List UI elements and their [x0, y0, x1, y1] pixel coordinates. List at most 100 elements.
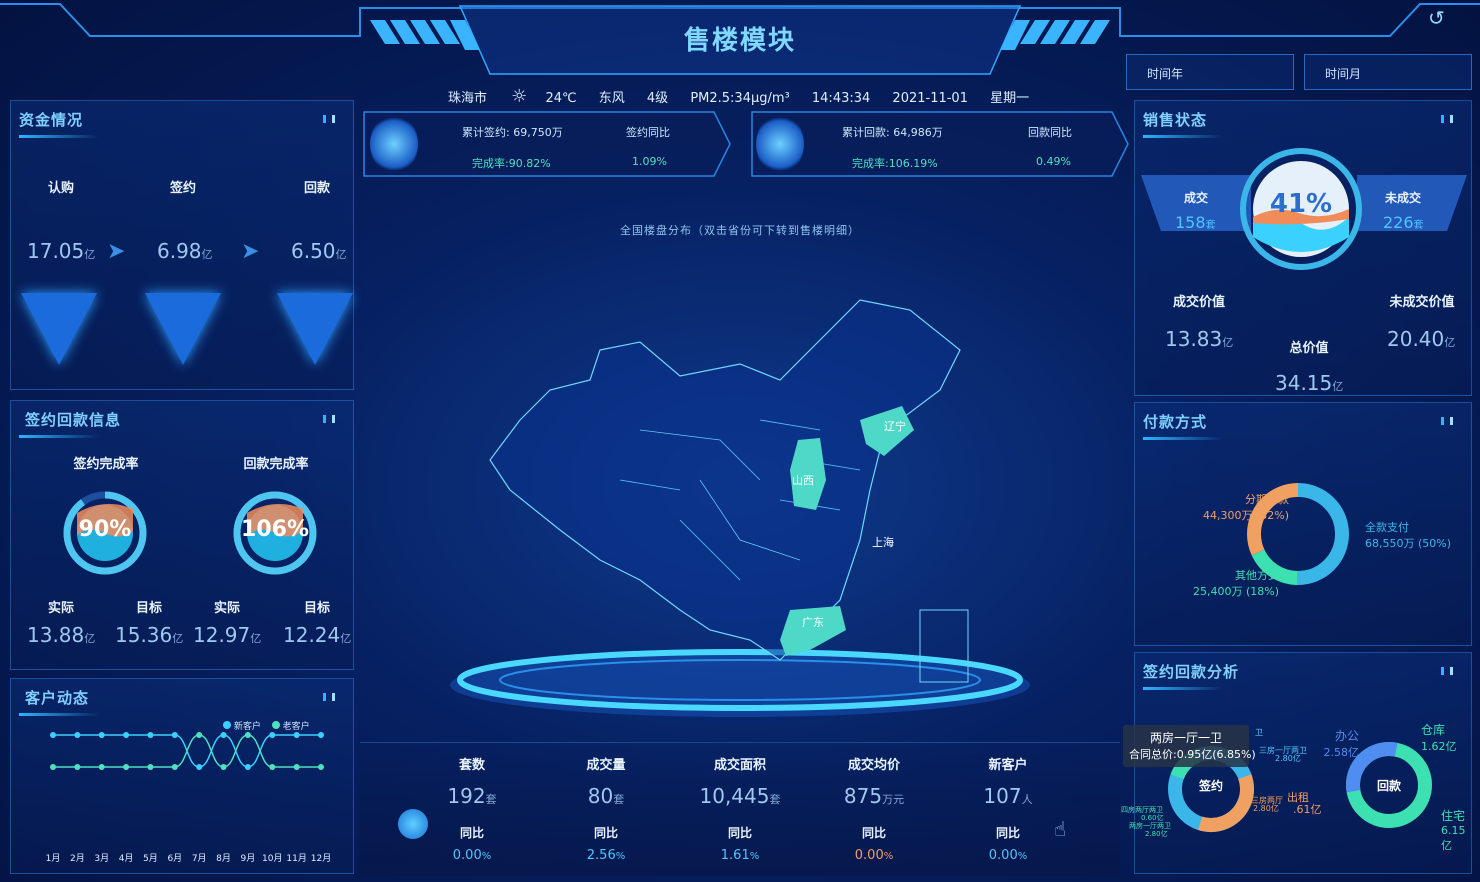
- data-point[interactable]: [50, 764, 56, 770]
- sign-label: .61亿: [1293, 803, 1322, 816]
- data-point[interactable]: [50, 732, 56, 738]
- data-point[interactable]: [74, 764, 81, 770]
- data-point[interactable]: [269, 764, 276, 770]
- cmp-unit: %: [1017, 851, 1028, 862]
- value-unit: 万元: [882, 793, 905, 806]
- cmp-number: 0.00: [854, 848, 884, 863]
- data-point[interactable]: [220, 732, 227, 738]
- value-number: 13.83: [1165, 327, 1223, 351]
- value-number: 10,445: [699, 784, 770, 808]
- data-point[interactable]: [244, 764, 251, 770]
- stat-cmp: 2.56%: [566, 848, 646, 863]
- data-point[interactable]: [220, 764, 227, 770]
- data-point[interactable]: [196, 732, 203, 738]
- count-number: 226: [1383, 213, 1414, 232]
- province-label: 广东: [802, 616, 824, 629]
- data-point[interactable]: [147, 764, 154, 770]
- funds-value-unit: 亿: [84, 248, 96, 261]
- x-tick-label: 8月: [216, 853, 231, 864]
- data-point[interactable]: [171, 732, 178, 738]
- funds-value: 6.98亿: [157, 239, 213, 263]
- month-filter-button[interactable]: 时间月: [1304, 54, 1472, 90]
- sales-panel: 销售状态 成交 未成交 158套 226套 41% 成交价值 未成交价值 总价值…: [1134, 100, 1472, 396]
- funds-value-number: 17.05: [27, 239, 85, 263]
- panel-indicator-icon: [1441, 667, 1453, 675]
- x-tick-label: 10月: [262, 853, 282, 864]
- chart-tooltip: 两房一厅一卫 合同总价:0.95亿(6.85%): [1123, 725, 1256, 767]
- map-caption: 全国楼盘分布（双击省份可下转到售楼明细）: [620, 224, 860, 237]
- funds-value-unit: 亿: [201, 248, 213, 261]
- year-filter-button[interactable]: 时间年: [1126, 54, 1294, 90]
- sales-percent: 41%: [1269, 189, 1333, 219]
- chevron-right-icon: ➤: [241, 239, 260, 264]
- stat-cmp-label: 同比: [727, 826, 752, 840]
- value-unit: 亿: [84, 632, 96, 645]
- data-point[interactable]: [74, 732, 81, 738]
- pyramid-icon: [145, 293, 221, 365]
- panel-indicator-icon: [1441, 115, 1453, 123]
- label-name: 住宅: [1441, 809, 1466, 823]
- funds-value-unit: 亿: [335, 248, 347, 261]
- stat-label: 成交均价: [847, 758, 900, 773]
- data-point[interactable]: [196, 764, 203, 770]
- value-unit: 亿: [172, 632, 184, 645]
- done-value-label: 成交价值: [1172, 295, 1225, 310]
- x-tick-label: 9月: [241, 853, 256, 864]
- kpi-value: 64,986万: [893, 126, 943, 139]
- value-unit: 亿: [1332, 380, 1344, 393]
- count-unit: 套: [1413, 220, 1424, 231]
- data-point[interactable]: [98, 764, 105, 770]
- stat-cmp: 1.61%: [700, 848, 780, 863]
- temperature: 24℃: [545, 91, 577, 106]
- count-unit: 套: [1205, 220, 1216, 231]
- x-tick-label: 4月: [119, 853, 134, 864]
- data-point[interactable]: [269, 732, 276, 738]
- undone-count: 226套: [1383, 213, 1424, 232]
- kpi-label: 累计回款:: [842, 126, 890, 139]
- segment-name: 其他方式: [1235, 569, 1279, 582]
- stat-value: 107人: [948, 784, 1068, 808]
- china-outline: [489, 299, 961, 661]
- data-point[interactable]: [293, 764, 300, 770]
- kpi-return-total: 累计回款: 64,986万: [842, 124, 943, 140]
- data-point[interactable]: [293, 732, 300, 738]
- data-point[interactable]: [123, 764, 130, 770]
- payment-label: 全款支付 68,550万 (50%): [1365, 519, 1451, 551]
- data-point[interactable]: [318, 764, 324, 770]
- stat-label: 成交量: [586, 758, 626, 773]
- actual-value: 13.88亿: [27, 623, 95, 647]
- china-map[interactable]: [440, 280, 1040, 720]
- done-value: 13.83亿: [1165, 327, 1233, 351]
- tooltip-title: 两房一厅一卫: [1149, 731, 1222, 745]
- value-number: 192: [447, 784, 486, 808]
- kpi-sign-yoy-label: 签约同比: [626, 126, 670, 139]
- value-number: 34.15: [1275, 371, 1333, 395]
- data-point[interactable]: [244, 732, 251, 738]
- data-point[interactable]: [147, 732, 154, 738]
- data-point[interactable]: [318, 732, 324, 738]
- done-count: 158套: [1175, 213, 1216, 232]
- sign-return-panel: 签约回款信息 签约完成率 回款完成率 90% 106% 实际 目标 实际 目标 …: [10, 400, 354, 670]
- segment-value: 25,400万 (18%): [1192, 585, 1279, 598]
- funds-value: 6.50亿: [291, 239, 347, 263]
- kpi-sign-rate: 完成率:90.82%: [472, 155, 551, 171]
- stat-cmp-label: 同比: [861, 826, 886, 840]
- back-arrow-icon[interactable]: ↺: [1428, 6, 1445, 30]
- stat-label: 新客户: [988, 758, 1028, 773]
- panel-title-underline: [1143, 687, 1223, 690]
- panel-title-underline: [19, 135, 99, 138]
- cmp-unit: %: [749, 851, 760, 862]
- total-label: 总价值: [1289, 341, 1329, 356]
- data-point[interactable]: [98, 732, 105, 738]
- panel-title: 签约回款分析: [1143, 663, 1240, 681]
- target-label: 目标: [135, 601, 162, 616]
- kpi-sign-total: 累计签约: 69,750万: [462, 124, 563, 140]
- value-unit: 套: [769, 793, 781, 806]
- data-point[interactable]: [123, 732, 130, 738]
- pyramid-icon: [21, 293, 97, 365]
- actual-label: 实际: [47, 601, 74, 616]
- stat-cmp-label: 同比: [459, 826, 484, 840]
- data-point[interactable]: [171, 764, 178, 770]
- stat-label: 套数: [458, 758, 485, 773]
- sign-label: 卫: [1255, 728, 1263, 737]
